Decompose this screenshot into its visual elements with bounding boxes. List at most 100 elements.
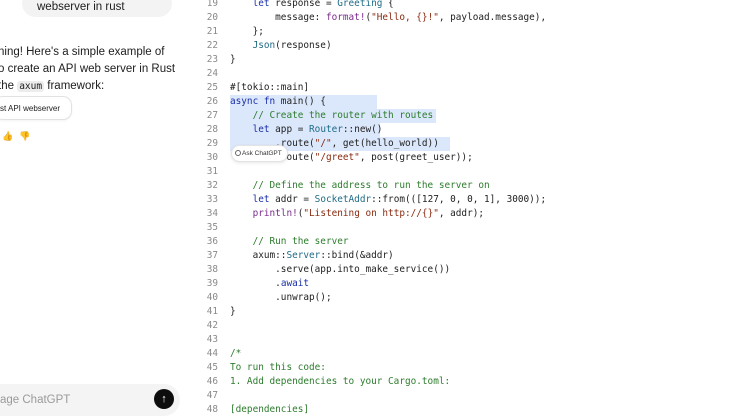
line-number: 38 [206, 264, 218, 275]
code-text: println!("Listening on http://{}", addr)… [252, 208, 485, 219]
code-text: let app = Router::new() [252, 124, 383, 135]
line-number: 45 [206, 362, 218, 373]
code-text: // Define the address to run the server … [252, 180, 490, 191]
code-line[interactable]: 34 println!("Listening on http://{}", ad… [186, 207, 746, 221]
line-number: 47 [206, 390, 218, 401]
code-line[interactable]: 37 axum::Server::bind(&addr) [186, 249, 746, 263]
framework-prefix: the [0, 80, 14, 92]
code-text: message: format!("Hello, {}!", payload.m… [230, 12, 547, 23]
code-line[interactable]: 47 [186, 389, 746, 403]
code-text: [dependencies] [230, 404, 310, 415]
code-line[interactable]: 41} [186, 305, 746, 319]
code-text: } [230, 306, 236, 317]
chat-panel: webserver in rust ning! Here's a simple … [0, 0, 186, 419]
code-text: #[tokio::main] [230, 82, 310, 93]
inline-code-axum: axum [17, 81, 45, 92]
chat-bubble-icon [235, 150, 241, 156]
code-line[interactable]: 27 // Create the router with routes [186, 109, 746, 123]
line-number: 23 [206, 54, 218, 65]
code-line[interactable]: 26 async fn main() { [186, 95, 746, 109]
message-composer [0, 384, 180, 416]
code-line[interactable]: 22 Json(response) [186, 39, 746, 53]
code-text: // Create the router with routes [252, 110, 434, 121]
code-line[interactable]: 20 message: format!("Hello, {}!", payloa… [186, 11, 746, 25]
assistant-line: o create an API web server in Rust [0, 63, 176, 75]
line-number: 19 [206, 0, 218, 9]
code-line[interactable]: 31 [186, 165, 746, 179]
arrow-up-icon[interactable]: ↑ [154, 389, 174, 409]
code-text: /* [230, 348, 242, 359]
line-number: 36 [206, 236, 218, 247]
code-line[interactable]: 23} [186, 53, 746, 67]
code-line[interactable]: 25 #[tokio::main] [186, 81, 746, 95]
code-text: let addr = SocketAddr::from(([127, 0, 0,… [252, 194, 547, 205]
code-text: // Run the server [252, 236, 349, 247]
message-input[interactable] [0, 394, 124, 406]
code-line[interactable]: 40 .unwrap(); [186, 291, 746, 305]
line-number: 28 [206, 124, 218, 135]
thumbs-down-icon[interactable]: 👎 [19, 131, 30, 142]
line-number: 25 [206, 82, 218, 93]
line-number: 31 [206, 166, 218, 177]
line-number: 46 [206, 376, 218, 387]
assistant-line: ning! Here's a simple example of [0, 46, 165, 58]
code-line[interactable]: 28 let app = Router::new() [186, 123, 746, 137]
code-line[interactable]: 32 // Define the address to run the serv… [186, 179, 746, 193]
code-line[interactable]: 19 let response = Greeting { [186, 0, 746, 11]
code-line[interactable]: 42 [186, 319, 746, 333]
code-line[interactable]: 39 .await [186, 277, 746, 291]
line-number: 24 [206, 68, 218, 79]
line-number: 26 [206, 96, 218, 107]
line-number: 39 [206, 278, 218, 289]
line-number: 48 [206, 404, 218, 415]
code-text: axum::Server::bind(&addr) [230, 250, 394, 261]
code-line[interactable]: 24 [186, 67, 746, 81]
line-number: 20 [206, 12, 218, 23]
line-number: 29 [206, 138, 218, 149]
line-number: 41 [206, 306, 218, 317]
line-number: 43 [206, 334, 218, 345]
line-number: 35 [206, 222, 218, 233]
code-text: async fn main() { [230, 96, 326, 107]
code-line[interactable]: 36 // Run the server [186, 235, 746, 249]
assistant-message: ning! Here's a simple example of o creat… [0, 44, 186, 95]
code-line[interactable]: 46 1. Add dependencies to your Cargo.toml… [186, 375, 746, 389]
code-text: }; [230, 26, 264, 37]
code-editor[interactable]: 19 let response = Greeting {20 message: … [186, 0, 746, 419]
message-reactions: 👍 👎 [2, 131, 30, 142]
code-text: To run this code: [230, 362, 326, 373]
code-line[interactable]: 21 }; [186, 25, 746, 39]
code-text: let response = Greeting { [252, 0, 394, 9]
code-text: Json(response) [252, 40, 332, 51]
assistant-line: the axum framework: [0, 78, 186, 95]
code-line[interactable]: 45 To run this code: [186, 361, 746, 375]
code-text: } [230, 54, 236, 65]
canvas-document-chip[interactable]: st API webserver [0, 96, 72, 120]
code-line[interactable]: 35 [186, 221, 746, 235]
line-number: 40 [206, 292, 218, 303]
line-number: 32 [206, 180, 218, 191]
code-line[interactable]: 33 let addr = SocketAddr::from(([127, 0,… [186, 193, 746, 207]
code-line[interactable]: 48 [dependencies] [186, 403, 746, 417]
code-text: 1. Add dependencies to your Cargo.toml: [230, 376, 451, 387]
code-text: .await [230, 278, 310, 289]
line-number: 22 [206, 40, 218, 51]
line-number: 37 [206, 250, 218, 261]
code-line[interactable]: 44 /* [186, 347, 746, 361]
framework-suffix: framework: [44, 80, 105, 92]
ask-chatgpt-label: Ask ChatGPT [242, 150, 282, 157]
user-message-bubble: webserver in rust [22, 0, 172, 17]
line-number: 21 [206, 26, 218, 37]
line-number: 30 [206, 152, 218, 163]
code-line[interactable]: 43 [186, 333, 746, 347]
code-text: .serve(app.into_make_service()) [230, 264, 451, 275]
line-number: 33 [206, 194, 218, 205]
ask-chatgpt-button[interactable]: Ask ChatGPT [231, 145, 288, 162]
code-text: .unwrap(); [230, 292, 332, 303]
line-number: 42 [206, 320, 218, 331]
code-line[interactable]: 38 .serve(app.into_make_service()) [186, 263, 746, 277]
line-number: 27 [206, 110, 218, 121]
line-number: 44 [206, 348, 218, 359]
thumbs-up-icon[interactable]: 👍 [2, 131, 13, 142]
line-number: 34 [206, 208, 218, 219]
